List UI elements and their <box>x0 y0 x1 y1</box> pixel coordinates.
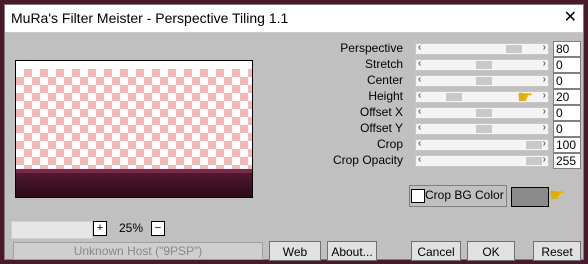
slider-left-arrow-icon[interactable]: ‹ <box>418 138 421 149</box>
control-slider[interactable]: ‹ › <box>415 58 549 71</box>
preview-transparency <box>16 69 252 173</box>
slider-right-arrow-icon[interactable]: › <box>543 138 546 149</box>
crop-bg-color-checkbox[interactable] <box>411 189 425 203</box>
slider-thumb[interactable] <box>446 93 462 101</box>
slider-left-arrow-icon[interactable]: ‹ <box>418 106 421 117</box>
host-status: Unknown Host ("9PSP") <box>13 242 263 260</box>
control-slider[interactable]: ‹ › <box>415 74 549 87</box>
crop-bg-color-swatch[interactable] <box>511 187 549 207</box>
preview-pane[interactable] <box>15 60 253 198</box>
slider-right-arrow-icon[interactable]: › <box>543 106 546 117</box>
preview-scrollbar[interactable] <box>11 221 93 239</box>
slider-right-arrow-icon[interactable]: › <box>543 122 546 133</box>
control-value-field[interactable]: 0 <box>553 73 581 89</box>
ok-button[interactable]: OK <box>467 241 515 261</box>
slider-left-arrow-icon[interactable]: ‹ <box>418 74 421 85</box>
web-button[interactable]: Web <box>269 241 321 261</box>
slider-right-arrow-icon[interactable]: › <box>543 58 546 69</box>
control-value-field[interactable]: 0 <box>553 105 581 121</box>
control-value-field[interactable]: 20 <box>553 89 581 105</box>
slider-left-arrow-icon[interactable]: ‹ <box>418 154 421 165</box>
control-slider[interactable]: ‹ › <box>415 138 549 151</box>
control-value-field[interactable]: 0 <box>553 57 581 73</box>
control-slider[interactable]: ‹ › <box>415 42 549 55</box>
slider-thumb[interactable] <box>476 109 492 117</box>
slider-thumb[interactable] <box>476 61 492 69</box>
control-label: Height <box>368 89 403 103</box>
preview-image <box>16 169 252 197</box>
control-value-field[interactable]: 80 <box>553 41 581 57</box>
slider-left-arrow-icon[interactable]: ‹ <box>418 58 421 69</box>
control-label: Crop <box>376 137 403 151</box>
pointing-hand-icon: ☛ <box>549 185 566 205</box>
control-slider[interactable]: ‹ › <box>415 154 549 167</box>
close-button[interactable]: ✕ <box>564 9 577 27</box>
cancel-button[interactable]: Cancel <box>411 241 461 261</box>
pointing-hand-icon: ☛ <box>517 87 534 107</box>
zoom-in-button[interactable]: + <box>93 221 107 236</box>
slider-right-arrow-icon[interactable]: › <box>543 74 546 85</box>
control-value-field[interactable]: 0 <box>553 121 581 137</box>
slider-left-arrow-icon[interactable]: ‹ <box>418 122 421 133</box>
slider-thumb[interactable] <box>526 157 542 165</box>
slider-thumb[interactable] <box>476 77 492 85</box>
control-label: Offset Y <box>360 121 403 135</box>
zoom-level: 25% <box>119 221 144 235</box>
filter-window: MuRa's Filter Meister - Perspective Tili… <box>4 4 584 261</box>
slider-right-arrow-icon[interactable]: › <box>543 154 546 165</box>
control-value-field[interactable]: 255 <box>553 153 581 169</box>
control-slider[interactable]: ‹ › <box>415 122 549 135</box>
control-value-field[interactable]: 100 <box>553 137 581 153</box>
slider-right-arrow-icon[interactable]: › <box>543 42 546 53</box>
control-label: Center <box>366 73 403 87</box>
window-title: MuRa's Filter Meister - Perspective Tili… <box>11 10 289 26</box>
control-label: Perspective <box>340 41 403 55</box>
zoom-out-button[interactable]: − <box>151 221 165 236</box>
slider-thumb[interactable] <box>506 45 522 53</box>
slider-left-arrow-icon[interactable]: ‹ <box>418 90 421 101</box>
slider-left-arrow-icon[interactable]: ‹ <box>418 42 421 53</box>
reset-button[interactable]: Reset <box>533 241 581 261</box>
control-label: Offset X <box>359 105 403 119</box>
control-label: Stretch <box>364 57 403 71</box>
control-label: Crop Opacity <box>332 153 403 167</box>
title-bar: MuRa's Filter Meister - Perspective Tili… <box>5 5 583 33</box>
slider-thumb[interactable] <box>476 125 492 133</box>
about-button[interactable]: About... <box>327 241 377 261</box>
crop-bg-color-label: Crop BG Color <box>425 188 504 202</box>
control-slider[interactable]: ‹ › <box>415 106 549 119</box>
slider-thumb[interactable] <box>526 141 542 149</box>
slider-right-arrow-icon[interactable]: › <box>543 90 546 101</box>
